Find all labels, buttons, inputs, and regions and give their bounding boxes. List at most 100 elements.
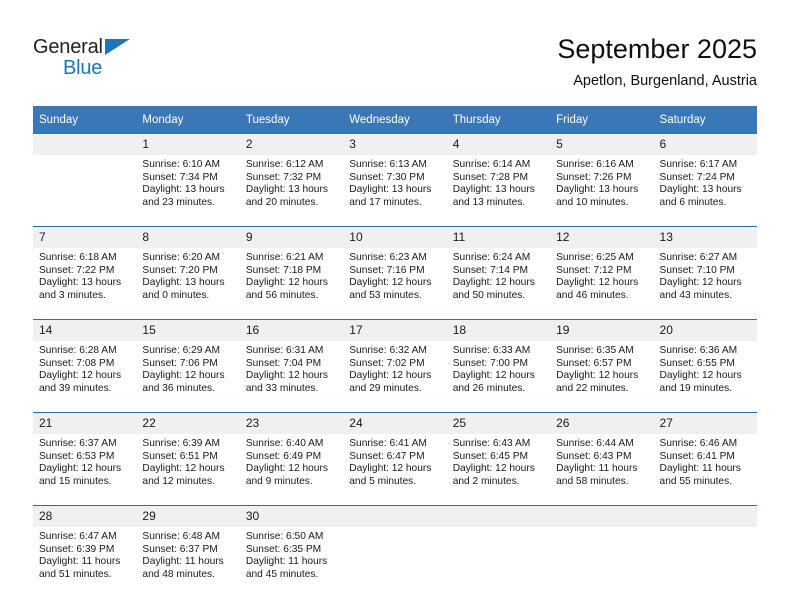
day-cell[interactable]: Sunrise: 6:32 AM Sunset: 7:02 PM Dayligh…	[343, 341, 447, 413]
sunrise-text: Sunrise: 6:16 AM	[556, 159, 634, 170]
day-cell[interactable]: Sunrise: 6:40 AM Sunset: 6:49 PM Dayligh…	[239, 434, 344, 506]
day-number[interactable]: 8	[136, 226, 240, 248]
day-cell[interactable]: Sunrise: 6:29 AM Sunset: 7:06 PM Dayligh…	[136, 341, 240, 413]
sunrise-text: Sunrise: 6:17 AM	[659, 159, 738, 170]
day-cell[interactable]: Sunrise: 6:12 AM Sunset: 7:32 PM Dayligh…	[239, 155, 344, 227]
weekday-header-friday: Friday	[550, 106, 654, 134]
day-cell[interactable]: Sunrise: 6:36 AM Sunset: 6:55 PM Dayligh…	[653, 341, 757, 413]
sunrise-text: Sunrise: 6:35 AM	[556, 345, 634, 356]
sunset-text: Sunset: 7:10 PM	[659, 264, 735, 276]
day-cell[interactable]: Sunrise: 6:14 AM Sunset: 7:28 PM Dayligh…	[446, 155, 551, 227]
day-cell[interactable]: Sunrise: 6:21 AM Sunset: 7:18 PM Dayligh…	[239, 248, 344, 320]
daylight-text-line1: Daylight: 12 hours	[39, 463, 122, 475]
day-cell[interactable]: Sunrise: 6:20 AM Sunset: 7:20 PM Dayligh…	[136, 248, 240, 320]
day-number[interactable]: 25	[446, 412, 551, 434]
day-number[interactable]	[550, 505, 654, 527]
day-cell[interactable]: Sunrise: 6:13 AM Sunset: 7:30 PM Dayligh…	[343, 155, 447, 227]
general-blue-logo[interactable]: General Blue	[33, 36, 173, 82]
daylight-text-line1: Daylight: 12 hours	[452, 277, 535, 289]
day-cell[interactable]: Sunrise: 6:37 AM Sunset: 6:53 PM Dayligh…	[33, 434, 137, 506]
daylight-text-line1: Daylight: 13 hours	[349, 184, 432, 196]
daylight-text-line1: Daylight: 11 hours	[556, 463, 638, 475]
sunrise-text: Sunrise: 6:44 AM	[556, 438, 634, 449]
day-cell[interactable]: Sunrise: 6:25 AM Sunset: 7:12 PM Dayligh…	[550, 248, 654, 320]
day-number[interactable]: 4	[446, 134, 551, 155]
day-cell[interactable]: Sunrise: 6:23 AM Sunset: 7:16 PM Dayligh…	[343, 248, 447, 320]
calendar-body: 1 2 3 4 5 6 Sunrise: 6:10 AM Sunset: 7:3…	[33, 134, 757, 598]
day-number[interactable]: 18	[446, 319, 551, 341]
day-number[interactable]: 11	[446, 226, 551, 248]
day-number[interactable]: 5	[550, 134, 654, 155]
week-4-details: Sunrise: 6:37 AM Sunset: 6:53 PM Dayligh…	[33, 434, 757, 506]
day-number[interactable]: 22	[136, 412, 240, 434]
daylight-text-line1: Daylight: 13 hours	[659, 184, 742, 196]
day-cell[interactable]: Sunrise: 6:47 AM Sunset: 6:39 PM Dayligh…	[33, 527, 137, 598]
day-number[interactable]: 13	[653, 226, 757, 248]
daylight-text-line2: and 5 minutes.	[349, 475, 417, 487]
sunset-text: Sunset: 7:26 PM	[556, 171, 632, 183]
day-number[interactable]: 10	[343, 226, 447, 248]
day-cell[interactable]: Sunrise: 6:31 AM Sunset: 7:04 PM Dayligh…	[239, 341, 344, 413]
day-number[interactable]: 20	[653, 319, 757, 341]
day-number[interactable]: 15	[136, 319, 240, 341]
day-cell[interactable]: Sunrise: 6:43 AM Sunset: 6:45 PM Dayligh…	[446, 434, 551, 506]
day-cell[interactable]	[33, 155, 137, 227]
day-number[interactable]: 6	[653, 134, 757, 155]
sunset-text: Sunset: 7:30 PM	[349, 171, 425, 183]
day-cell[interactable]: Sunrise: 6:33 AM Sunset: 7:00 PM Dayligh…	[446, 341, 551, 413]
daylight-text-line2: and 3 minutes.	[39, 289, 106, 301]
day-number[interactable]: 21	[33, 412, 137, 434]
day-cell[interactable]: Sunrise: 6:44 AM Sunset: 6:43 PM Dayligh…	[550, 434, 654, 506]
day-number[interactable]: 19	[550, 319, 654, 341]
day-number[interactable]	[33, 134, 137, 155]
day-number[interactable]: 27	[653, 412, 757, 434]
day-number[interactable]: 2	[239, 134, 344, 155]
day-cell[interactable]: Sunrise: 6:50 AM Sunset: 6:35 PM Dayligh…	[239, 527, 344, 598]
sunrise-text: Sunrise: 6:31 AM	[245, 345, 324, 356]
day-number[interactable]: 29	[136, 505, 240, 527]
sunset-text: Sunset: 7:04 PM	[245, 357, 322, 369]
day-number[interactable]: 26	[550, 412, 654, 434]
day-number[interactable]: 16	[239, 319, 344, 341]
day-number[interactable]: 1	[136, 134, 240, 155]
sunset-text: Sunset: 6:49 PM	[245, 450, 322, 462]
daylight-text-line2: and 22 minutes.	[556, 382, 629, 394]
calendar-header-row: Sunday Monday Tuesday Wednesday Thursday…	[33, 106, 757, 134]
sunrise-text: Sunrise: 6:40 AM	[245, 438, 324, 449]
day-cell[interactable]: Sunrise: 6:35 AM Sunset: 6:57 PM Dayligh…	[550, 341, 654, 413]
day-number[interactable]: 17	[343, 319, 447, 341]
day-cell[interactable]: Sunrise: 6:41 AM Sunset: 6:47 PM Dayligh…	[343, 434, 447, 506]
sunset-text: Sunset: 7:00 PM	[452, 357, 529, 369]
day-number[interactable]: 12	[550, 226, 654, 248]
day-cell[interactable]: Sunrise: 6:28 AM Sunset: 7:08 PM Dayligh…	[33, 341, 137, 413]
day-number[interactable]: 28	[33, 505, 137, 527]
day-number[interactable]: 30	[239, 505, 344, 527]
day-number[interactable]	[446, 505, 551, 527]
sunrise-text: Sunrise: 6:21 AM	[245, 252, 324, 263]
day-cell[interactable]: Sunrise: 6:17 AM Sunset: 7:24 PM Dayligh…	[653, 155, 757, 227]
day-cell[interactable]: Sunrise: 6:48 AM Sunset: 6:37 PM Dayligh…	[136, 527, 240, 598]
day-number[interactable]	[343, 505, 447, 527]
weekday-header-thursday: Thursday	[446, 106, 551, 134]
day-number[interactable]: 9	[239, 226, 344, 248]
day-cell[interactable]: Sunrise: 6:16 AM Sunset: 7:26 PM Dayligh…	[550, 155, 654, 227]
day-number[interactable]: 7	[33, 226, 137, 248]
day-number[interactable]: 23	[239, 412, 344, 434]
week-3-details: Sunrise: 6:28 AM Sunset: 7:08 PM Dayligh…	[33, 341, 757, 413]
daylight-text-line1: Daylight: 12 hours	[245, 463, 328, 475]
sunset-text: Sunset: 7:28 PM	[452, 171, 529, 183]
day-cell[interactable]: Sunrise: 6:24 AM Sunset: 7:14 PM Dayligh…	[446, 248, 551, 320]
day-number[interactable]	[653, 505, 757, 527]
day-number[interactable]: 24	[343, 412, 447, 434]
day-number[interactable]: 14	[33, 319, 137, 341]
sunrise-text: Sunrise: 6:48 AM	[142, 531, 221, 542]
day-number[interactable]: 3	[343, 134, 447, 155]
day-cell[interactable]: Sunrise: 6:27 AM Sunset: 7:10 PM Dayligh…	[653, 248, 757, 320]
daylight-text-line2: and 20 minutes.	[245, 196, 319, 208]
day-cell[interactable]: Sunrise: 6:39 AM Sunset: 6:51 PM Dayligh…	[136, 434, 240, 506]
day-cell[interactable]: Sunrise: 6:10 AM Sunset: 7:34 PM Dayligh…	[136, 155, 240, 227]
day-cell[interactable]: Sunrise: 6:46 AM Sunset: 6:41 PM Dayligh…	[653, 434, 757, 506]
daylight-text-line1: Daylight: 12 hours	[245, 277, 328, 289]
daylight-text-line2: and 33 minutes.	[245, 382, 319, 394]
day-cell[interactable]: Sunrise: 6:18 AM Sunset: 7:22 PM Dayligh…	[33, 248, 137, 320]
